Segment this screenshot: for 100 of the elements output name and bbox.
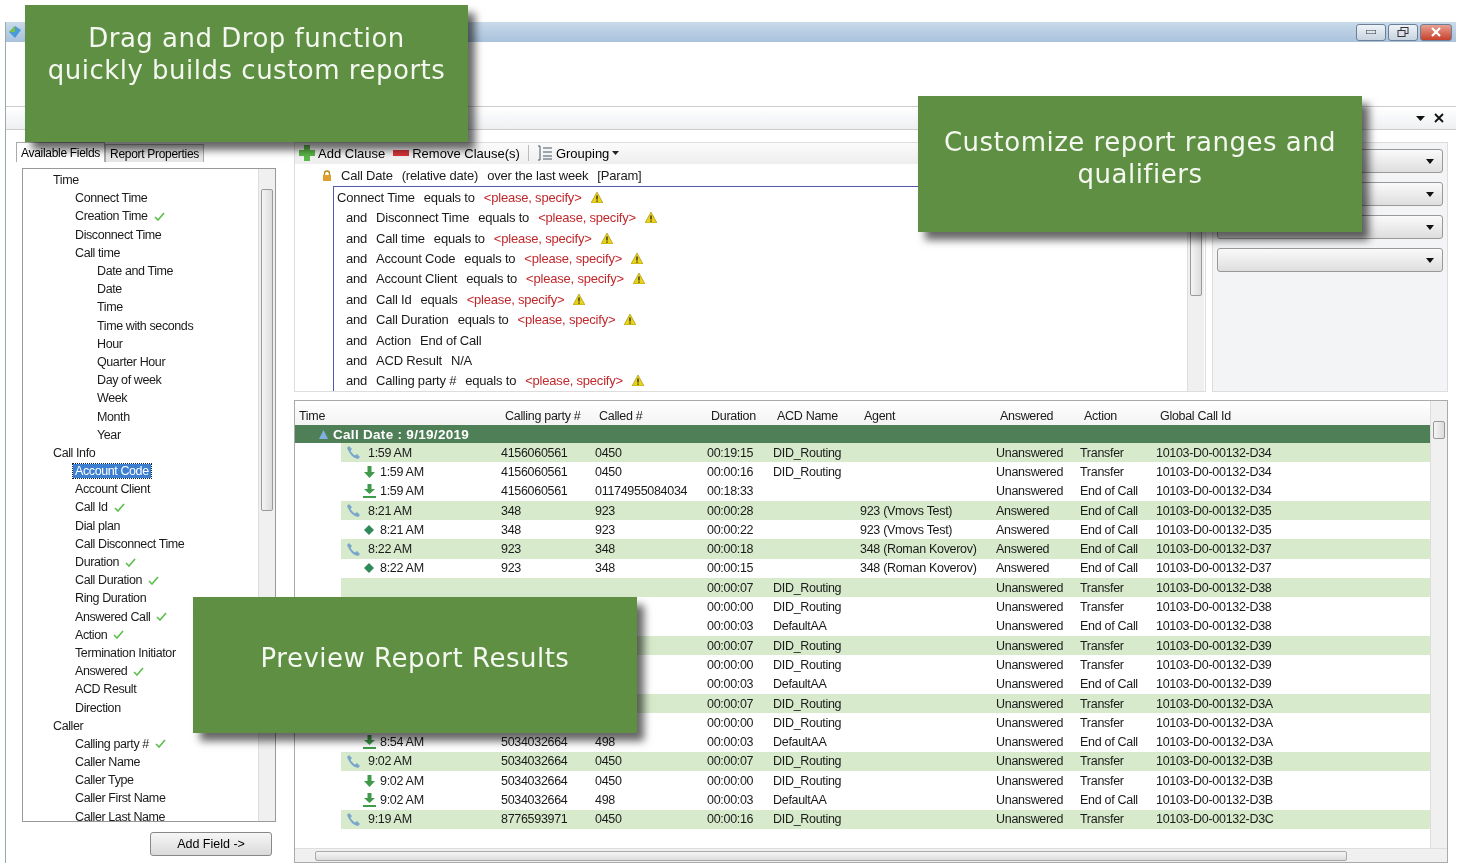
tree-item[interactable]: Creation Time: [73, 209, 150, 224]
tree-item[interactable]: ACD Result: [73, 682, 139, 697]
clause-value[interactable]: [Param]: [597, 168, 642, 184]
tree-item[interactable]: Week: [95, 391, 130, 406]
tree-item[interactable]: Caller: [51, 718, 86, 733]
clause-field[interactable]: Call Duration: [376, 312, 449, 328]
column-header[interactable]: ACD Name: [773, 409, 860, 423]
group-row[interactable]: Call Date : 9/19/2019: [295, 425, 1430, 443]
tree-item[interactable]: Duration: [73, 555, 122, 570]
tree-item[interactable]: Call Disconnect Time: [73, 536, 187, 551]
tree-item[interactable]: Dial plan: [73, 518, 123, 533]
clause-field[interactable]: Action: [376, 332, 412, 348]
table-row[interactable]: 1:59 AM 4156060561 0450 00:19:15 DID_Routing Unanswered Transfer 10103-D0-00132-D34: [341, 443, 1430, 463]
tree-item[interactable]: Call Id: [73, 500, 110, 515]
clause-field[interactable]: Account Client: [376, 271, 458, 287]
horizontal-scrollbar[interactable]: [295, 848, 1447, 862]
clause-field[interactable]: Call Date: [341, 168, 393, 184]
column-header[interactable]: Calling party #: [501, 409, 595, 423]
table-row[interactable]: 8:22 AM 923 348 00:00:15 348 (Roman Koverov) Answered End of Call 10103-D0-00132-D37: [341, 558, 1430, 579]
tree-item[interactable]: Day of week: [95, 373, 164, 388]
tree-item[interactable]: Time: [95, 300, 125, 315]
tree-item[interactable]: Caller Last Name: [73, 809, 168, 824]
tree-item[interactable]: Time: [51, 173, 81, 188]
clause-value[interactable]: <please, specify>: [483, 189, 582, 205]
tree-item[interactable]: Caller Name: [73, 755, 143, 770]
tree-item[interactable]: Caller First Name: [73, 791, 168, 806]
dropdown[interactable]: [1217, 248, 1443, 272]
clause-value[interactable]: <please, specify>: [466, 291, 565, 307]
clause-operator[interactable]: equals to: [457, 312, 509, 328]
clause-field[interactable]: Calling party #: [376, 373, 457, 389]
column-header[interactable]: Called #: [595, 409, 707, 423]
tree-item[interactable]: Call Info: [51, 445, 98, 460]
tree-item[interactable]: Answered: [73, 664, 130, 679]
tree-item[interactable]: Action: [73, 627, 110, 642]
clause-field[interactable]: Call time: [376, 230, 425, 246]
clause-value[interactable]: N/A: [451, 352, 473, 368]
clause-field[interactable]: Account Code: [376, 250, 456, 266]
tree-item[interactable]: Termination Initiator: [73, 645, 178, 660]
table-row[interactable]: 8:22 AM 923 348 00:00:18 348 (Roman Koverov) Answered End of Call 10103-D0-00132-D37: [341, 539, 1430, 559]
tree-item[interactable]: Caller Type: [73, 773, 136, 788]
tree-item[interactable]: Calling party #: [73, 736, 151, 751]
grouping-button[interactable]: Grouping: [536, 145, 620, 162]
clause-operator[interactable]: equals to: [433, 230, 485, 246]
table-row[interactable]: 9:02 AM 5034032664 498 00:00:03 DefaultAA Unanswered End of Call 10103-D0-00132-D3B: [341, 790, 1430, 810]
add-clause-button[interactable]: Add Clause: [299, 145, 386, 162]
clause-operator[interactable]: equals: [420, 291, 458, 307]
clause-value[interactable]: <please, specify>: [524, 250, 623, 266]
column-header[interactable]: Global Call Id: [1156, 409, 1360, 423]
clause-value[interactable]: <please, specify>: [493, 230, 592, 246]
restore-button[interactable]: [1388, 23, 1418, 41]
tree-item[interactable]: Answered Call: [73, 609, 153, 624]
tree-item[interactable]: Year: [95, 427, 123, 442]
column-header[interactable]: Action: [1080, 409, 1156, 423]
clause-operator[interactable]: equals to: [465, 373, 517, 389]
close-icon[interactable]: [1434, 113, 1444, 123]
clause-operator[interactable]: equals to: [464, 250, 516, 266]
add-field-button[interactable]: Add Field ->: [150, 832, 272, 856]
column-header[interactable]: Duration: [707, 409, 773, 423]
clause-field[interactable]: Disconnect Time: [376, 210, 470, 226]
clause-value[interactable]: <please, specify>: [538, 210, 636, 226]
table-row[interactable]: 8:21 AM 348 923 00:00:28 923 (Vmovs Test) Answered End of Call 10103-D0-00132-D35: [341, 500, 1430, 521]
tree-item[interactable]: Call time: [73, 245, 123, 260]
clause-value[interactable]: <please, specify>: [525, 373, 623, 389]
clause-value[interactable]: <please, specify>: [526, 271, 624, 287]
column-header[interactable]: Time: [295, 409, 501, 423]
tree-item[interactable]: Account Client: [73, 482, 152, 497]
table-row[interactable]: 8:54 AM 5034032664 498 00:00:03 DefaultAA Unanswered End of Call 10103-D0-00132-D3A: [341, 732, 1430, 752]
table-row[interactable]: 9:19 AM 8776593971 0450 00:00:16 DID_Routing Unanswered Transfer 10103-D0-00132-D3C: [341, 809, 1430, 829]
clause-value[interactable]: End of Call: [420, 332, 482, 348]
tree-item[interactable]: Account Code: [73, 464, 151, 479]
clause-operator[interactable]: equals to: [466, 271, 518, 287]
tree-item[interactable]: Month: [95, 409, 132, 424]
tab[interactable]: Report Properties: [105, 144, 204, 162]
clause-field[interactable]: Call Id: [376, 291, 412, 307]
table-row[interactable]: 1:59 AM 4156060561 0450 00:00:16 DID_Routing Unanswered Transfer 10103-D0-00132-D34: [341, 462, 1430, 482]
clause-operator[interactable]: over the last week: [487, 168, 589, 184]
table-row[interactable]: 9:02 AM 5034032664 0450 00:00:00 DID_Routing Unanswered Transfer 10103-D0-00132-D3B: [341, 771, 1430, 791]
minimize-button[interactable]: [1356, 23, 1386, 41]
table-row[interactable]: 9:02 AM 5034032664 0450 00:00:07 DID_Routing Unanswered Transfer 10103-D0-00132-D3B: [341, 751, 1430, 772]
tree-item[interactable]: Connect Time: [73, 191, 150, 206]
clause-operator[interactable]: equals to: [423, 189, 475, 205]
tree-item[interactable]: Disconnect Time: [73, 227, 164, 242]
tree-item[interactable]: Quarter Hour: [95, 354, 168, 369]
clause-field[interactable]: Connect Time: [337, 189, 415, 205]
column-header[interactable]: Answered: [996, 409, 1080, 423]
clause-value[interactable]: <please, specify>: [517, 312, 616, 328]
dropdown-icon[interactable]: [1416, 115, 1425, 121]
tree-item[interactable]: Date and Time: [95, 264, 176, 279]
tree-item[interactable]: Ring Duration: [73, 591, 149, 606]
tree-item[interactable]: Hour: [95, 336, 125, 351]
table-row[interactable]: 1:59 AM 4156060561 01174955084034 00:18:33 Unanswered End of Call 10103-D0-00132-D34: [341, 481, 1430, 501]
remove-clause-button[interactable]: Remove Clause(s): [393, 145, 520, 161]
tree-item[interactable]: Direction: [73, 700, 123, 715]
tree-item[interactable]: Time with seconds: [95, 318, 196, 333]
tree-item[interactable]: Date: [95, 282, 124, 297]
clause-field[interactable]: ACD Result: [376, 352, 442, 368]
table-row[interactable]: 00:00:07 DID_Routing Unanswered Transfer 10103-D0-00132-D38: [341, 578, 1430, 598]
clause-operator[interactable]: equals to: [478, 210, 530, 226]
close-button[interactable]: [1420, 23, 1452, 41]
table-row[interactable]: 8:21 AM 348 923 00:00:22 923 (Vmovs Test) Answered End of Call 10103-D0-00132-D35: [341, 520, 1430, 540]
